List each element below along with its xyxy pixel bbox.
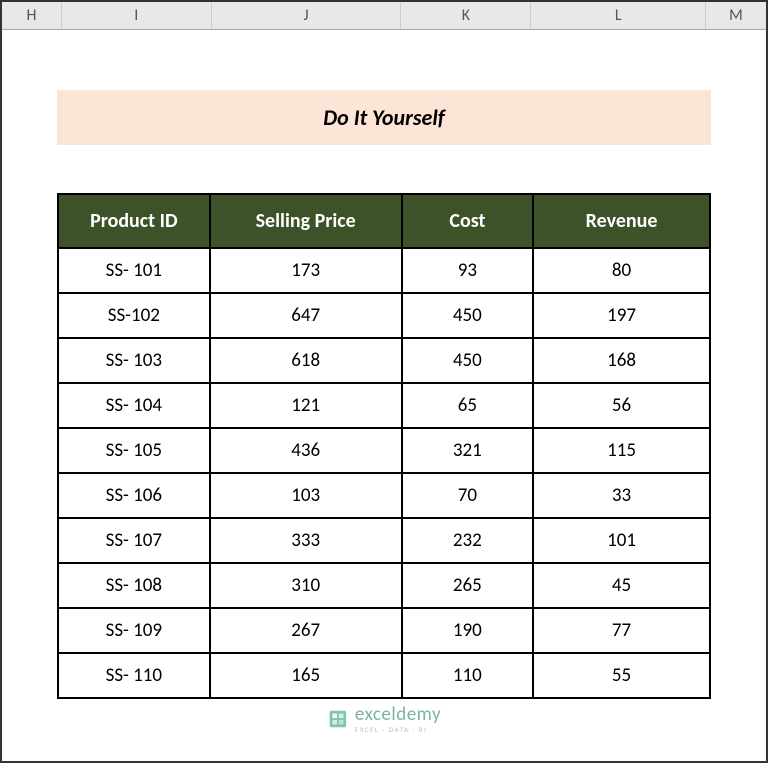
column-header-l[interactable]: L (531, 2, 706, 29)
table-header-row: Product ID Selling Price Cost Revenue (58, 194, 710, 248)
spreadsheet-column-headers: H I J K L M (2, 2, 766, 30)
header-product-id[interactable]: Product ID (58, 194, 210, 248)
cell-product-id[interactable]: SS- 109 (58, 608, 210, 653)
cell-product-id[interactable]: SS- 108 (58, 563, 210, 608)
table-row: SS- 103618450168 (58, 338, 710, 383)
cell-cost[interactable]: 65 (402, 383, 533, 428)
cell-revenue[interactable]: 77 (533, 608, 710, 653)
cell-cost[interactable]: 265 (402, 563, 533, 608)
sheet-content: Do It Yourself Product ID Selling Price … (2, 30, 766, 699)
header-cost[interactable]: Cost (402, 194, 533, 248)
cell-revenue[interactable]: 168 (533, 338, 710, 383)
cell-selling-price[interactable]: 103 (210, 473, 402, 518)
table-row: SS- 107333232101 (58, 518, 710, 563)
cell-selling-price[interactable]: 310 (210, 563, 402, 608)
cell-cost[interactable]: 232 (402, 518, 533, 563)
cell-cost[interactable]: 450 (402, 293, 533, 338)
cell-revenue[interactable]: 45 (533, 563, 710, 608)
cell-cost[interactable]: 190 (402, 608, 533, 653)
column-header-j[interactable]: J (212, 2, 402, 29)
column-header-h[interactable]: H (2, 2, 62, 29)
table-row: SS- 10926719077 (58, 608, 710, 653)
table-row: SS- 11016511055 (58, 653, 710, 698)
cell-revenue[interactable]: 56 (533, 383, 710, 428)
cell-revenue[interactable]: 101 (533, 518, 710, 563)
header-revenue[interactable]: Revenue (533, 194, 710, 248)
cell-selling-price[interactable]: 436 (210, 428, 402, 473)
cell-revenue[interactable]: 197 (533, 293, 710, 338)
cell-product-id[interactable]: SS- 104 (58, 383, 210, 428)
cell-cost[interactable]: 70 (402, 473, 533, 518)
cell-selling-price[interactable]: 647 (210, 293, 402, 338)
column-header-k[interactable]: K (401, 2, 531, 29)
table-row: SS-102647450197 (58, 293, 710, 338)
header-selling-price[interactable]: Selling Price (210, 194, 402, 248)
column-header-m[interactable]: M (706, 2, 766, 29)
cell-selling-price[interactable]: 267 (210, 608, 402, 653)
cell-product-id[interactable]: SS- 103 (58, 338, 210, 383)
table-row: SS- 105436321115 (58, 428, 710, 473)
watermark-tagline: EXCEL · DATA · BI (355, 726, 441, 733)
watermark: exceldemy EXCEL · DATA · BI (327, 705, 441, 733)
table-row: SS- 1041216556 (58, 383, 710, 428)
cell-revenue[interactable]: 115 (533, 428, 710, 473)
table-row: SS- 1011739380 (58, 248, 710, 293)
cell-revenue[interactable]: 33 (533, 473, 710, 518)
cell-cost[interactable]: 110 (402, 653, 533, 698)
data-table: Product ID Selling Price Cost Revenue SS… (57, 193, 711, 699)
cell-product-id[interactable]: SS-102 (58, 293, 210, 338)
cell-selling-price[interactable]: 165 (210, 653, 402, 698)
cell-selling-price[interactable]: 618 (210, 338, 402, 383)
cell-cost[interactable]: 450 (402, 338, 533, 383)
table-row: SS- 10831026545 (58, 563, 710, 608)
cell-cost[interactable]: 321 (402, 428, 533, 473)
table-row: SS- 1061037033 (58, 473, 710, 518)
cell-selling-price[interactable]: 173 (210, 248, 402, 293)
cell-product-id[interactable]: SS- 106 (58, 473, 210, 518)
cell-revenue[interactable]: 80 (533, 248, 710, 293)
cell-product-id[interactable]: SS- 110 (58, 653, 210, 698)
cell-product-id[interactable]: SS- 101 (58, 248, 210, 293)
cell-selling-price[interactable]: 121 (210, 383, 402, 428)
exceldemy-logo-icon (327, 708, 349, 730)
cell-revenue[interactable]: 55 (533, 653, 710, 698)
column-header-i[interactable]: I (62, 2, 212, 29)
watermark-text: exceldemy EXCEL · DATA · BI (355, 705, 441, 733)
cell-product-id[interactable]: SS- 107 (58, 518, 210, 563)
cell-cost[interactable]: 93 (402, 248, 533, 293)
watermark-brand: exceldemy (355, 705, 441, 724)
title-banner[interactable]: Do It Yourself (57, 90, 711, 145)
cell-product-id[interactable]: SS- 105 (58, 428, 210, 473)
cell-selling-price[interactable]: 333 (210, 518, 402, 563)
